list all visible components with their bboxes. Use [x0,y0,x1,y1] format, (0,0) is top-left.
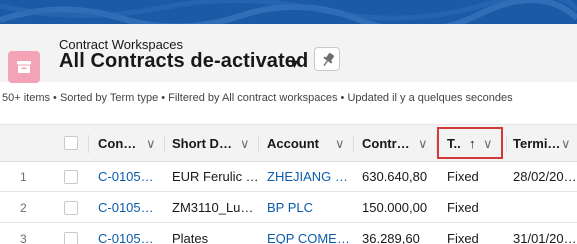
row-checkbox[interactable] [64,232,78,244]
column-divider [258,135,259,153]
row-checkbox[interactable] [64,170,78,184]
list-view-title[interactable]: All Contracts de-activated [59,50,308,73]
pin-icon [323,52,335,67]
term-type-cell: Fixed [447,169,479,184]
column-header-contract[interactable]: Con… ∨ [98,125,164,163]
term-type-cell: Fixed [447,231,479,244]
contract-link[interactable]: C-0105… [98,224,154,244]
chevron-down-icon[interactable]: ∨ [561,125,571,163]
row-checkbox[interactable] [64,201,78,215]
chevron-down-icon[interactable]: ∨ [418,125,428,163]
chevron-down-icon[interactable]: ▼ [288,56,301,71]
term-type-cell: Fixed [447,200,479,215]
chevron-down-icon[interactable]: ∨ [146,125,156,163]
account-link[interactable]: EQP COME… [267,224,350,244]
termination-date-cell: 31/01/20… [513,231,577,244]
table-row: 3 C-0105… Plates EQP COME… 36.289,60 Fix… [0,224,577,244]
column-divider [164,135,165,153]
termination-date-cell: 28/02/20… [513,169,577,184]
select-all-checkbox[interactable] [64,136,78,150]
table-row: 1 C-0105… EUR Ferulic … ZHEJIANG … 630.6… [0,162,577,192]
column-header-termination-date[interactable]: Termi… ∨ [513,125,577,163]
pin-list-view-button[interactable] [314,47,340,71]
table-row: 2 C-0105… ZM3110_Lu… BP PLC 150.000,00 F… [0,193,577,223]
list-view-summary: 50+ items • Sorted by Term type • Filter… [2,92,513,104]
sorted-column-highlight [437,127,503,159]
contract-value-cell: 630.640,80 [362,169,428,184]
banner-pattern [0,0,577,24]
column-header-contract-value[interactable]: Contr… ∨ [362,125,432,163]
contract-value-cell: 150.000,00 [362,200,428,215]
short-description-cell: ZM3110_Lu… [172,200,254,215]
row-number: 1 [20,170,27,184]
column-header-label: Con… [98,136,137,151]
contract-workspace-object-icon [8,51,40,83]
column-header-short-description[interactable]: Short D… ∨ [172,125,258,163]
column-divider [506,135,507,153]
row-number: 3 [20,232,27,244]
column-header-label: Account [267,136,319,151]
account-link[interactable]: BP PLC [267,193,313,223]
chevron-down-icon[interactable]: ∨ [335,125,345,163]
column-header-label: Contr… [362,136,410,151]
chevron-down-icon[interactable]: ∨ [240,125,250,163]
row-number: 2 [20,201,27,215]
contract-link[interactable]: C-0105… [98,162,154,192]
column-header-account[interactable]: Account ∨ [267,125,353,163]
account-link[interactable]: ZHEJIANG … [267,162,348,192]
column-header-label: Short D… [172,136,232,151]
column-divider [88,135,89,153]
column-header-label: Termi… [513,136,561,151]
column-divider [353,135,354,153]
short-description-cell: Plates [172,231,209,244]
archive-icon [17,61,31,73]
contract-value-cell: 36.289,60 [362,231,420,244]
short-description-cell: EUR Ferulic … [172,169,259,184]
app-banner [0,0,577,24]
contract-link[interactable]: C-0105… [98,193,154,223]
